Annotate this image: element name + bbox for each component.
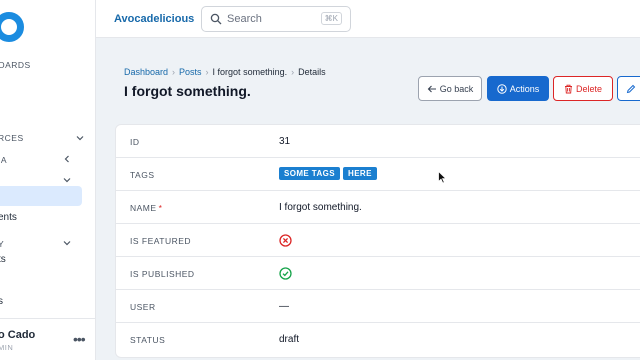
sidebar-section-category[interactable]: Y	[0, 239, 4, 249]
arrow-down-circle-icon	[497, 83, 507, 94]
edit-button[interactable]	[617, 76, 640, 101]
tag-badge: SOME TAGS	[279, 167, 341, 180]
sidebar-item-a[interactable]: IA	[0, 155, 7, 165]
field-row-tags: TAGS SOME TAGS HERE	[116, 158, 640, 191]
details-panel: ID 31 TAGS SOME TAGS HERE NAME * I forgot…	[115, 124, 640, 358]
pencil-icon	[626, 84, 636, 93]
required-marker: *	[158, 203, 163, 213]
sidebar-section-resources[interactable]: RCES	[0, 133, 24, 143]
field-label-tags: TAGS	[130, 170, 155, 180]
arrow-left-icon	[427, 85, 436, 92]
go-back-button[interactable]: Go back	[418, 76, 482, 101]
breadcrumb-record[interactable]: I forgot something.	[213, 67, 288, 77]
search-icon	[210, 13, 222, 25]
topbar: Avocadelicious Search ⌘K	[96, 0, 640, 38]
field-row-name: NAME * I forgot something.	[116, 191, 640, 224]
chevron-left-icon[interactable]	[63, 155, 71, 163]
breadcrumb-posts[interactable]: Posts	[179, 67, 202, 77]
field-row-status: STATUS draft	[116, 323, 640, 356]
breadcrumb-separator-icon: ›	[205, 67, 209, 77]
x-circle-icon	[279, 234, 292, 247]
field-value-status: draft	[279, 334, 300, 345]
breadcrumb-separator-icon: ›	[291, 67, 295, 77]
field-row-user: USER —	[116, 290, 640, 323]
breadcrumb: Dashboard › Posts › I forgot something. …	[124, 67, 326, 77]
field-label-status: STATUS	[130, 335, 166, 345]
trash-icon	[564, 84, 572, 93]
tag-badge: HERE	[343, 167, 377, 180]
search-input[interactable]: Search ⌘K	[201, 6, 351, 32]
field-label-name-text: NAME	[130, 203, 157, 213]
chevron-down-icon[interactable]	[63, 239, 71, 247]
sidebar-item-posts[interactable]: ts	[0, 254, 6, 265]
user-menu-icon[interactable]: •••	[73, 331, 86, 347]
breadcrumb-dashboard[interactable]: Dashboard	[124, 67, 168, 77]
delete-button[interactable]: Delete	[553, 76, 613, 101]
app-name[interactable]: Avocadelicious	[114, 13, 194, 25]
tag-list: SOME TAGS HERE	[279, 167, 377, 180]
delete-label: Delete	[575, 83, 602, 94]
chevron-down-icon[interactable]	[63, 176, 71, 184]
breadcrumb-details: Details	[298, 67, 326, 77]
user-name: o Cado	[0, 329, 36, 341]
field-label-is-published: IS PUBLISHED	[130, 269, 195, 279]
breadcrumb-separator-icon: ›	[172, 67, 176, 77]
field-value-id: 31	[279, 136, 291, 147]
page-title: I forgot something.	[124, 83, 251, 99]
sidebar-item-comments[interactable]: ents	[0, 212, 17, 223]
actions-label: Actions	[509, 83, 540, 94]
field-row-is-featured: IS FEATURED	[116, 224, 640, 257]
sidebar-item-active[interactable]	[0, 186, 82, 206]
check-circle-icon	[279, 267, 292, 280]
search-placeholder: Search	[227, 13, 262, 25]
sidebar: OARDS RCES IA ents Y ts s o Cado MIN •••	[0, 0, 96, 360]
sidebar-item-reviews[interactable]: s	[0, 296, 3, 307]
field-row-id: ID 31	[116, 125, 640, 158]
field-value-user: —	[279, 301, 289, 312]
app-logo[interactable]	[0, 12, 24, 42]
field-label-is-featured: IS FEATURED	[130, 236, 192, 246]
field-label-name: NAME *	[130, 203, 162, 213]
chevron-down-icon[interactable]	[76, 134, 84, 142]
sidebar-section-dashboards[interactable]: OARDS	[0, 60, 31, 70]
mouse-cursor-icon	[438, 171, 447, 184]
actions-button[interactable]: Actions	[487, 76, 549, 101]
search-shortcut: ⌘K	[320, 12, 342, 25]
field-row-is-published: IS PUBLISHED	[116, 257, 640, 290]
sidebar-divider	[0, 318, 95, 319]
field-label-id: ID	[130, 137, 140, 147]
user-role: MIN	[0, 343, 14, 352]
field-label-user: USER	[130, 302, 156, 312]
go-back-label: Go back	[439, 83, 474, 94]
field-value-name: I forgot something.	[279, 202, 362, 213]
